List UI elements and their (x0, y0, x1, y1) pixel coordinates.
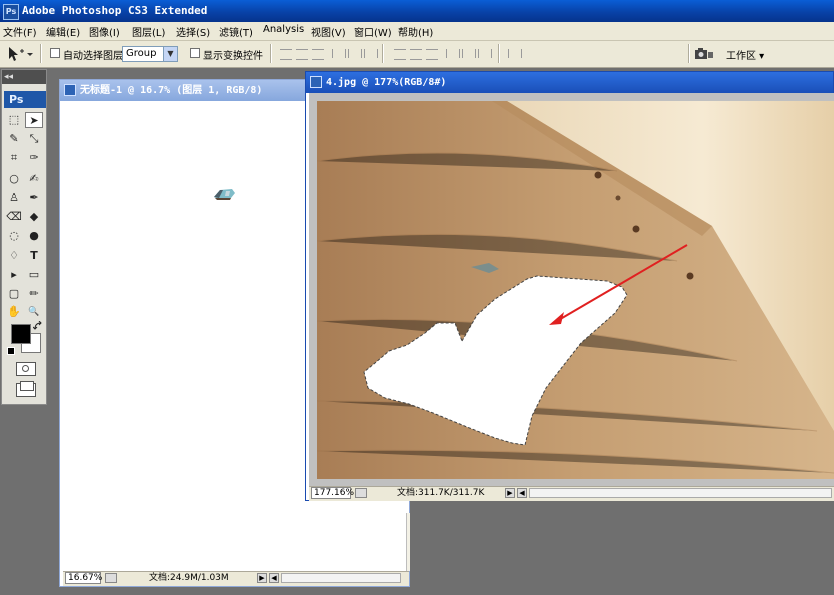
workspace-button[interactable]: 工作区 ▾ (726, 47, 764, 62)
menu-file[interactable]: 文件(F) (3, 24, 37, 39)
clone-stamp-tool-icon[interactable]: ♙ (5, 190, 23, 206)
options-bar: 自动选择图层 Group ▼ 显示变换控件 工作区 ▾ (0, 41, 834, 68)
scroll-left-icon[interactable]: ◀ (517, 488, 527, 498)
bridge-icon[interactable] (694, 46, 714, 61)
foreground-color-swatch-front[interactable] (11, 324, 31, 344)
menu-view[interactable]: 视图(V) (311, 24, 346, 39)
horizontal-scrollbar[interactable] (529, 488, 832, 498)
menu-edit[interactable]: 编辑(E) (46, 24, 80, 39)
app-title-bar: Ps Adobe Photoshop CS3 Extended (0, 0, 834, 22)
zoom-tool-icon[interactable]: 🔍 (25, 304, 43, 320)
document-status-bar: 16.67% 文档:24.9M/1.03M ▶ ◀ (63, 571, 409, 586)
show-transform-label: 显示变换控件 (203, 51, 263, 62)
options-separator (40, 44, 42, 63)
document-title: 无标题-1 @ 16.7% (图层 1, RGB/8) (80, 85, 263, 96)
screen-mode-icon[interactable] (16, 381, 36, 397)
type-tool-icon[interactable]: T (25, 248, 43, 264)
dodge-tool-icon[interactable]: ● (25, 228, 43, 244)
status-menu-arrow-icon[interactable]: ▶ (257, 573, 267, 583)
options-separator (270, 44, 272, 63)
magic-wand-tool-icon[interactable]: ⤡ (25, 131, 43, 147)
marquee-tool-icon[interactable]: ⬚ (5, 112, 23, 128)
auto-select-label: 自动选择图层 (63, 51, 123, 62)
menu-bar: 文件(F) 编辑(E) 图像(I) 图层(L) 选择(S) 滤镜(T) Anal… (0, 22, 834, 41)
brush-tool-icon[interactable]: ✍ (25, 171, 43, 187)
document-icon (310, 76, 322, 88)
document-title: 4.jpg @ 177%(RGB/8#) (326, 77, 447, 88)
menu-window[interactable]: 窗口(W) (354, 24, 392, 39)
document-status-bar: 177.16% 文档:311.7K/311.7K ▶ ◀ (309, 486, 834, 501)
zoom-field[interactable]: 177.16% (311, 487, 354, 499)
healing-brush-tool-icon[interactable]: ○ (5, 171, 23, 187)
menu-image[interactable]: 图像(I) (89, 24, 120, 39)
menu-analysis[interactable]: Analysis (263, 24, 304, 35)
zoom-field[interactable]: 16.67% (65, 572, 102, 584)
options-separator (688, 44, 690, 63)
paint-bucket-tool-icon[interactable]: ◆ (25, 209, 43, 225)
show-transform-checkbox[interactable] (190, 48, 200, 58)
rectangle-tool-icon[interactable]: ▭ (25, 267, 43, 283)
menu-layer[interactable]: 图层(L) (132, 24, 165, 39)
distribute-hcenter-icon[interactable] (462, 49, 476, 58)
document-size-info: 文档:24.9M/1.03M (149, 573, 229, 583)
pasted-layer-thumbnail (214, 189, 235, 200)
status-icon (105, 573, 117, 583)
scroll-left-icon[interactable]: ◀ (269, 573, 279, 583)
toolbox-panel: ◂◂ Ps ⬚ ➤ ✎ ⤡ ⌗ ✑ ○ ✍ ♙ ✒ ⌫ ◆ ◌ ● ♢ T ▸ … (1, 69, 47, 405)
slice-tool-icon[interactable]: ✑ (25, 150, 43, 166)
path-selection-tool-icon[interactable]: ▸ (5, 267, 23, 283)
chevron-down-icon: ▼ (163, 47, 177, 61)
auto-align-layers-icon[interactable] (508, 49, 522, 58)
options-separator (498, 44, 500, 63)
document-title-bar[interactable]: 4.jpg @ 177%(RGB/8#) (306, 72, 833, 93)
swap-colors-icon[interactable] (33, 321, 43, 331)
photo-canvas[interactable] (317, 101, 834, 479)
document-size-info: 文档:311.7K/311.7K (397, 488, 485, 498)
eyedropper-tool-icon[interactable]: ✏ (25, 286, 43, 302)
align-right-icon[interactable] (364, 49, 378, 58)
ps-logo-icon[interactable]: Ps (4, 91, 46, 108)
distribute-right-icon[interactable] (478, 49, 492, 58)
lasso-tool-icon[interactable]: ✎ (5, 131, 23, 147)
options-separator (382, 44, 384, 63)
eraser-tool-icon[interactable]: ⌫ (5, 209, 23, 225)
history-brush-tool-icon[interactable]: ✒ (25, 190, 43, 206)
align-top-icon[interactable] (280, 49, 292, 60)
pen-tool-icon[interactable]: ♢ (5, 248, 23, 264)
toolbox-collapse-bar[interactable]: ◂◂ (2, 70, 46, 84)
status-menu-arrow-icon[interactable]: ▶ (505, 488, 515, 498)
quick-mask-icon[interactable] (16, 362, 36, 376)
menu-select[interactable]: 选择(S) (176, 24, 210, 39)
menu-filter[interactable]: 滤镜(T) (219, 24, 253, 39)
distribute-bottom-icon[interactable] (426, 49, 438, 60)
crop-tool-icon[interactable]: ⌗ (5, 150, 23, 166)
align-hcenter-icon[interactable] (348, 49, 362, 58)
align-bottom-icon[interactable] (312, 49, 324, 60)
document-icon (64, 84, 76, 96)
photoshop-logo-icon: Ps (3, 4, 19, 20)
auto-select-checkbox[interactable] (50, 48, 60, 58)
vertical-scrollbar[interactable] (406, 513, 410, 571)
align-left-icon[interactable] (332, 49, 346, 58)
group-dropdown-value: Group (126, 48, 157, 59)
horizontal-scrollbar[interactable] (281, 573, 401, 583)
auto-select-group-dropdown[interactable]: Group ▼ (122, 46, 178, 62)
move-tool-preset-icon[interactable] (6, 46, 34, 62)
default-colors-icon[interactable] (7, 347, 15, 355)
menu-help[interactable]: 帮助(H) (398, 24, 433, 39)
blur-tool-icon[interactable]: ◌ (5, 228, 23, 244)
app-title: Adobe Photoshop CS3 Extended (22, 4, 208, 17)
document-window-4jpg: 4.jpg @ 177%(RGB/8#) 177.16% 文档:311.7K/3… (305, 71, 834, 501)
distribute-vcenter-icon[interactable] (410, 49, 422, 60)
hand-tool-icon[interactable]: ✋ (5, 304, 23, 320)
move-tool-icon[interactable]: ➤ (25, 112, 43, 128)
distribute-left-icon[interactable] (446, 49, 460, 58)
align-vcenter-icon[interactable] (296, 49, 308, 60)
notes-tool-icon[interactable]: ▢ (5, 286, 23, 302)
status-icon (355, 488, 367, 498)
distribute-top-icon[interactable] (394, 49, 406, 60)
